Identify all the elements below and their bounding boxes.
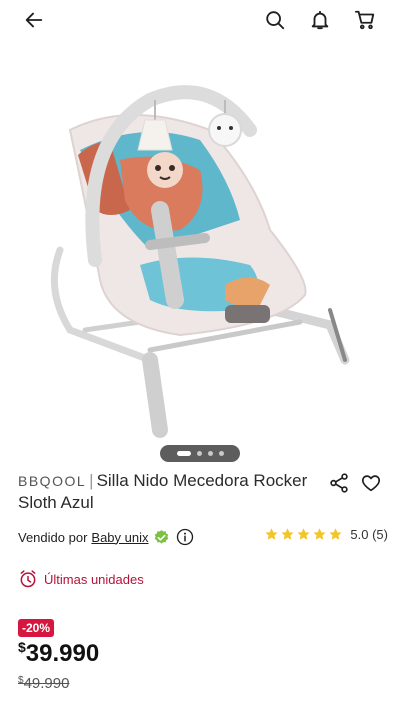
back-button[interactable] xyxy=(20,6,48,34)
image-pager[interactable] xyxy=(160,445,240,462)
bell-icon xyxy=(311,10,329,30)
title-separator: | xyxy=(89,471,94,490)
arrow-left-icon xyxy=(25,12,43,28)
info-icon[interactable] xyxy=(176,528,194,546)
rating-text: 5.0 (5) xyxy=(350,527,388,542)
pager-dot[interactable] xyxy=(196,451,202,456)
pager-dot-active[interactable] xyxy=(176,451,191,456)
cart-icon xyxy=(354,10,375,30)
heart-icon xyxy=(361,475,381,492)
star-icon xyxy=(313,528,327,540)
search-icon xyxy=(266,11,285,30)
rocker-chair-illustration xyxy=(50,85,350,438)
stock-notice: Últimas unidades xyxy=(18,568,144,590)
share-icon xyxy=(330,473,348,493)
brand-name[interactable]: BBQOOL xyxy=(18,473,86,489)
current-price: $39.990 xyxy=(18,639,99,668)
product-image[interactable] xyxy=(0,60,400,440)
favorite-button[interactable] xyxy=(360,472,382,494)
seller-row: Vendido por Baby unix 5.0 (5) xyxy=(18,527,388,547)
product-title: BBQOOL | Silla Nido Mecedora Rocker Sloth … xyxy=(18,470,328,514)
seller-link[interactable]: Baby unix xyxy=(91,530,148,545)
cart-button[interactable] xyxy=(351,6,379,34)
old-price-value: 49.990 xyxy=(23,675,70,692)
verified-check-icon xyxy=(154,529,168,544)
old-price: $49.990 xyxy=(18,675,69,692)
pager-dot[interactable] xyxy=(207,451,213,456)
sold-by-label: Vendido por xyxy=(18,529,88,545)
top-bar xyxy=(0,0,400,40)
product-actions xyxy=(328,472,388,494)
share-button[interactable] xyxy=(328,472,350,494)
star-icon xyxy=(265,528,279,540)
star-icon xyxy=(281,528,295,540)
stock-label: Últimas unidades xyxy=(44,571,144,587)
alarm-clock-icon xyxy=(20,570,36,588)
star-icon xyxy=(329,528,343,540)
discount-badge: -20% xyxy=(18,619,55,637)
price-value: 39.990 xyxy=(25,640,100,667)
search-button[interactable] xyxy=(261,6,289,34)
star-icon xyxy=(297,528,311,540)
product-rating[interactable]: 5.0 (5) xyxy=(264,527,388,542)
pager-dot[interactable] xyxy=(218,451,224,456)
notifications-button[interactable] xyxy=(306,6,334,34)
currency-symbol: $ xyxy=(18,639,26,655)
